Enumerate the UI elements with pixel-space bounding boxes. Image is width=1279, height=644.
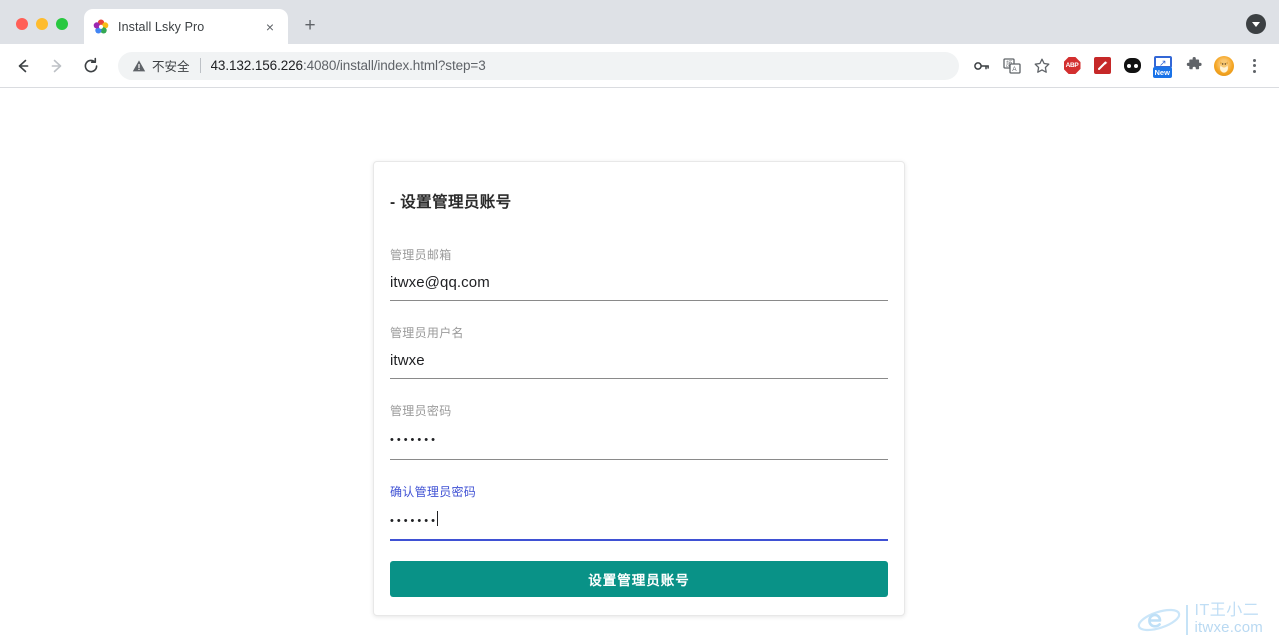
close-tab-button[interactable]: ×	[261, 18, 279, 36]
browser-toolbar: 不安全 43.132.156.226:4080/install/index.ht…	[0, 44, 1279, 88]
field-admin-password: 管理员密码 •••••••	[390, 402, 888, 460]
new-tab-button[interactable]: +	[296, 12, 324, 40]
password-key-icon[interactable]	[967, 51, 997, 81]
url-text: 43.132.156.226:4080/install/index.html?s…	[211, 58, 486, 73]
label-admin-email: 管理员邮箱	[390, 246, 888, 263]
field-admin-username: 管理员用户名	[390, 324, 888, 379]
site-watermark: IT王小二 itwxe.com	[1136, 603, 1263, 636]
adblock-plus-extension-icon[interactable]: ABP	[1057, 51, 1087, 81]
screenshot-badge: ↗ New	[1154, 56, 1173, 76]
field-admin-email: 管理员邮箱	[390, 246, 888, 301]
field-admin-password-confirm: 确认管理员密码 •••••••	[390, 483, 888, 541]
extensions-puzzle-icon[interactable]	[1179, 51, 1209, 81]
security-status-label: 不安全	[152, 56, 190, 75]
planet-e-logo-icon	[1136, 604, 1182, 636]
avatar-image	[1214, 56, 1234, 76]
close-window-button[interactable]	[16, 18, 28, 30]
tab-title: Install Lsky Pro	[118, 20, 261, 34]
translate-icon[interactable]: 語 A	[997, 51, 1027, 81]
tab-strip: Install Lsky Pro × +	[0, 0, 1279, 44]
browser-tab-install-lsky-pro[interactable]: Install Lsky Pro ×	[84, 9, 288, 44]
screenshot-frame: ↗	[1154, 56, 1172, 68]
warning-triangle-icon	[132, 59, 146, 73]
download-triangle	[1252, 22, 1260, 27]
bookmark-star-icon[interactable]	[1027, 51, 1057, 81]
magic-wand-extension-icon[interactable]	[1087, 51, 1117, 81]
new-badge: New	[1153, 67, 1172, 78]
maximize-window-button[interactable]	[56, 18, 68, 30]
abp-badge: ABP	[1064, 57, 1081, 74]
svg-text:A: A	[1012, 66, 1017, 73]
text-caret	[437, 511, 438, 526]
screenshot-extension-icon[interactable]: ↗ New	[1147, 51, 1179, 81]
admin-password-confirm-input[interactable]: •••••••	[390, 511, 888, 541]
page-viewport: - 设置管理员账号 管理员邮箱 管理员用户名 管理员密码 ••••••• 确认管…	[0, 89, 1279, 644]
admin-username-input[interactable]	[390, 352, 888, 379]
url-path: :4080/install/index.html?step=3	[303, 58, 486, 73]
minimize-window-button[interactable]	[36, 18, 48, 30]
url-host: 43.132.156.226	[211, 58, 303, 73]
admin-email-input[interactable]	[390, 274, 888, 301]
admin-password-confirm-masked-value: •••••••	[390, 515, 438, 527]
watermark-line-2: itwxe.com	[1195, 620, 1263, 636]
label-admin-password-confirm: 确认管理员密码	[390, 483, 888, 500]
omnibox-separator	[200, 58, 201, 73]
admin-setup-card: - 设置管理员账号 管理员邮箱 管理员用户名 管理员密码 ••••••• 确认管…	[373, 161, 905, 616]
label-admin-username: 管理员用户名	[390, 324, 888, 341]
lsky-pro-flower-icon	[93, 19, 109, 35]
download-circle	[1246, 14, 1266, 34]
page-title: - 设置管理员账号	[390, 190, 888, 212]
admin-password-input[interactable]: •••••••	[390, 430, 888, 460]
submit-admin-account-button[interactable]: 设置管理员账号	[390, 561, 888, 597]
forward-button[interactable]	[42, 51, 72, 81]
wand-badge	[1094, 57, 1111, 74]
toolbar-icon-group: 語 A ABP ↗	[967, 51, 1269, 81]
dark-reader-extension-icon[interactable]	[1117, 51, 1147, 81]
dark-reader-badge	[1124, 58, 1141, 73]
reload-button[interactable]	[76, 51, 106, 81]
watermark-text: IT王小二 itwxe.com	[1195, 603, 1263, 636]
browser-window: Install Lsky Pro × +	[0, 0, 1279, 644]
download-list-icon[interactable]	[1243, 11, 1269, 37]
label-admin-password: 管理员密码	[390, 402, 888, 419]
profile-avatar-icon[interactable]	[1209, 51, 1239, 81]
watermark-line-1: IT王小二	[1195, 603, 1263, 620]
back-button[interactable]	[8, 51, 38, 81]
window-controls	[0, 18, 78, 44]
kebab-dots	[1253, 59, 1256, 73]
admin-password-masked-value: •••••••	[390, 434, 438, 446]
watermark-divider	[1186, 605, 1188, 635]
address-bar[interactable]: 不安全 43.132.156.226:4080/install/index.ht…	[118, 52, 959, 80]
chrome-menu-kebab-icon[interactable]	[1239, 51, 1269, 81]
